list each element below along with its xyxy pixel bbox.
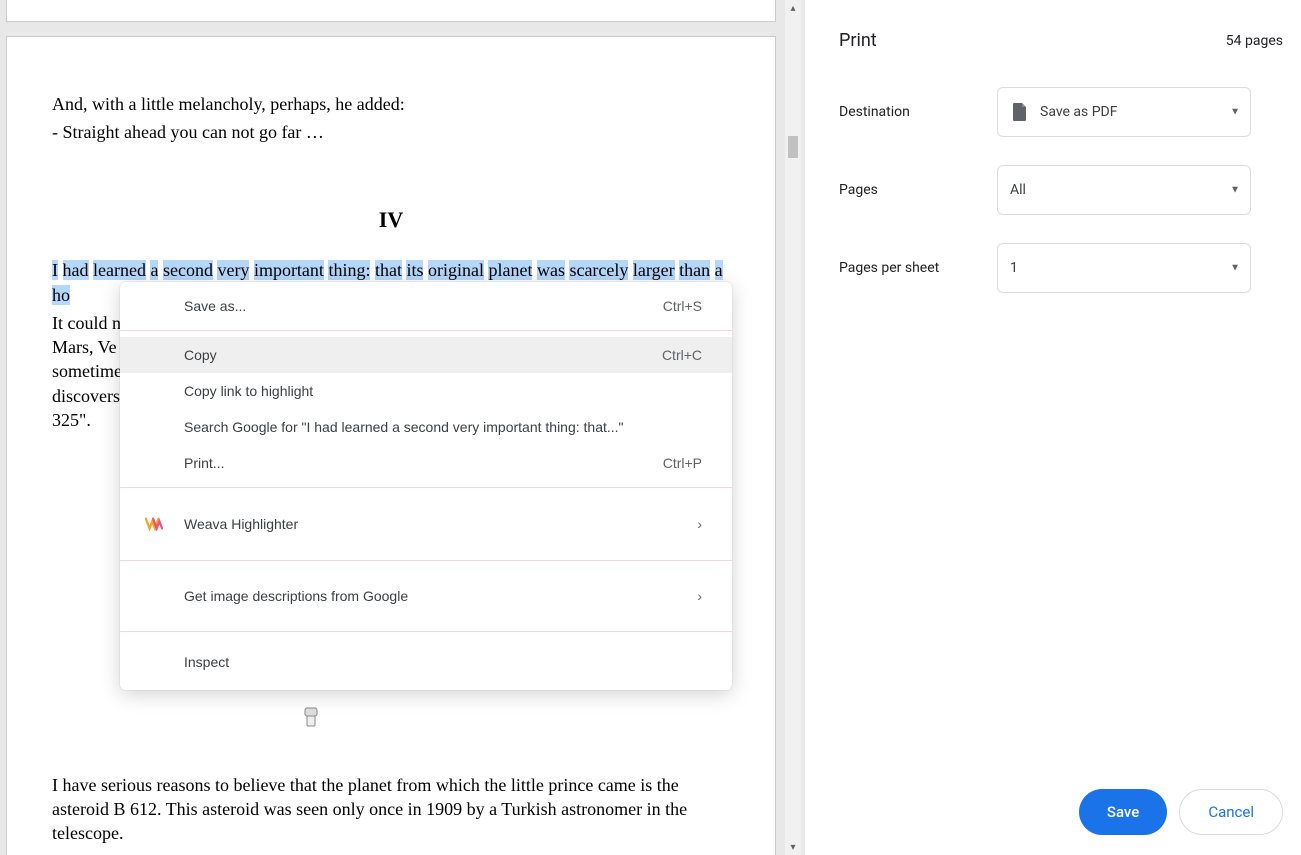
setting-destination: Destination Save as PDF ▼ xyxy=(805,73,1301,151)
scroll-up-icon[interactable]: ▴ xyxy=(785,0,801,16)
menu-item-print[interactable]: Print... Ctrl+P xyxy=(120,445,732,481)
menu-label: Get image descriptions from Google xyxy=(184,588,408,604)
menu-label: Copy link to highlight xyxy=(184,383,313,399)
bolt-icon xyxy=(299,706,323,730)
menu-item-copy[interactable]: Copy Ctrl+C xyxy=(120,337,732,373)
print-buttons: Save Cancel xyxy=(1079,789,1283,835)
destination-select[interactable]: Save as PDF ▼ xyxy=(997,87,1251,137)
menu-label: Copy xyxy=(184,347,217,363)
menu-label: Print... xyxy=(184,455,224,471)
menu-shortcut: Ctrl+C xyxy=(662,347,702,363)
chevron-right-icon: › xyxy=(697,588,702,604)
setting-label: Destination xyxy=(839,104,997,120)
scrollbar-thumb[interactable] xyxy=(788,136,798,158)
menu-label: Search Google for "I had learned a secon… xyxy=(184,419,624,435)
pages-per-sheet-select[interactable]: 1 ▼ xyxy=(997,243,1251,293)
chevron-down-icon: ▼ xyxy=(1230,107,1240,118)
paragraph: And, with a little melancholy, perhaps, … xyxy=(52,92,730,116)
select-value: 1 xyxy=(1010,260,1018,276)
previous-page-edge xyxy=(6,0,776,22)
menu-shortcut: Ctrl+S xyxy=(663,298,702,314)
illustration-placeholder xyxy=(0,706,650,736)
menu-item-weava-highlighter[interactable]: Weava Highlighter › xyxy=(120,494,732,554)
context-menu: Save as... Ctrl+S Copy Ctrl+C Copy link … xyxy=(120,282,732,690)
save-button[interactable]: Save xyxy=(1079,789,1167,835)
menu-item-inspect[interactable]: Inspect xyxy=(120,638,732,686)
menu-item-image-descriptions[interactable]: Get image descriptions from Google › xyxy=(120,567,732,625)
scroll-down-icon[interactable]: ▾ xyxy=(785,839,801,855)
chevron-down-icon: ▼ xyxy=(1230,185,1240,196)
menu-separator xyxy=(120,560,732,561)
menu-separator xyxy=(120,487,732,488)
print-panel: Print 54 pages Destination Save as PDF ▼… xyxy=(805,0,1301,855)
chapter-heading: IV xyxy=(52,205,730,235)
chevron-right-icon: › xyxy=(697,516,702,532)
menu-label: Save as... xyxy=(184,298,246,314)
paragraph: - Straight ahead you can not go far … xyxy=(52,120,730,144)
setting-label: Pages per sheet xyxy=(839,260,997,276)
preview-scrollbar[interactable]: ▴ ▾ xyxy=(785,0,801,855)
chevron-down-icon: ▼ xyxy=(1230,263,1240,274)
setting-pages-per-sheet: Pages per sheet 1 ▼ xyxy=(805,229,1301,307)
menu-item-copy-link-highlight[interactable]: Copy link to highlight xyxy=(120,373,732,409)
menu-item-save-as[interactable]: Save as... Ctrl+S xyxy=(120,288,732,324)
setting-label: Pages xyxy=(839,182,997,198)
menu-separator xyxy=(120,330,732,331)
menu-item-search-google[interactable]: Search Google for "I had learned a secon… xyxy=(120,409,732,445)
select-value: All xyxy=(1010,182,1026,198)
cancel-button[interactable]: Cancel xyxy=(1179,789,1283,835)
page-count: 54 pages xyxy=(1226,33,1283,49)
print-header: Print 54 pages xyxy=(805,0,1301,73)
print-title: Print xyxy=(839,30,877,51)
print-preview-area: And, with a little melancholy, perhaps, … xyxy=(0,0,805,855)
menu-shortcut: Ctrl+P xyxy=(663,455,702,471)
menu-label: Weava Highlighter xyxy=(184,516,298,532)
select-value: Save as PDF xyxy=(1040,104,1118,120)
paragraph: I have serious reasons to believe that t… xyxy=(52,773,730,846)
pdf-file-icon xyxy=(1010,102,1030,122)
menu-separator xyxy=(120,631,732,632)
menu-label: Inspect xyxy=(184,654,229,670)
text-selection: I xyxy=(52,260,58,280)
setting-pages: Pages All ▼ xyxy=(805,151,1301,229)
pages-select[interactable]: All ▼ xyxy=(997,165,1251,215)
weava-icon xyxy=(144,514,164,534)
